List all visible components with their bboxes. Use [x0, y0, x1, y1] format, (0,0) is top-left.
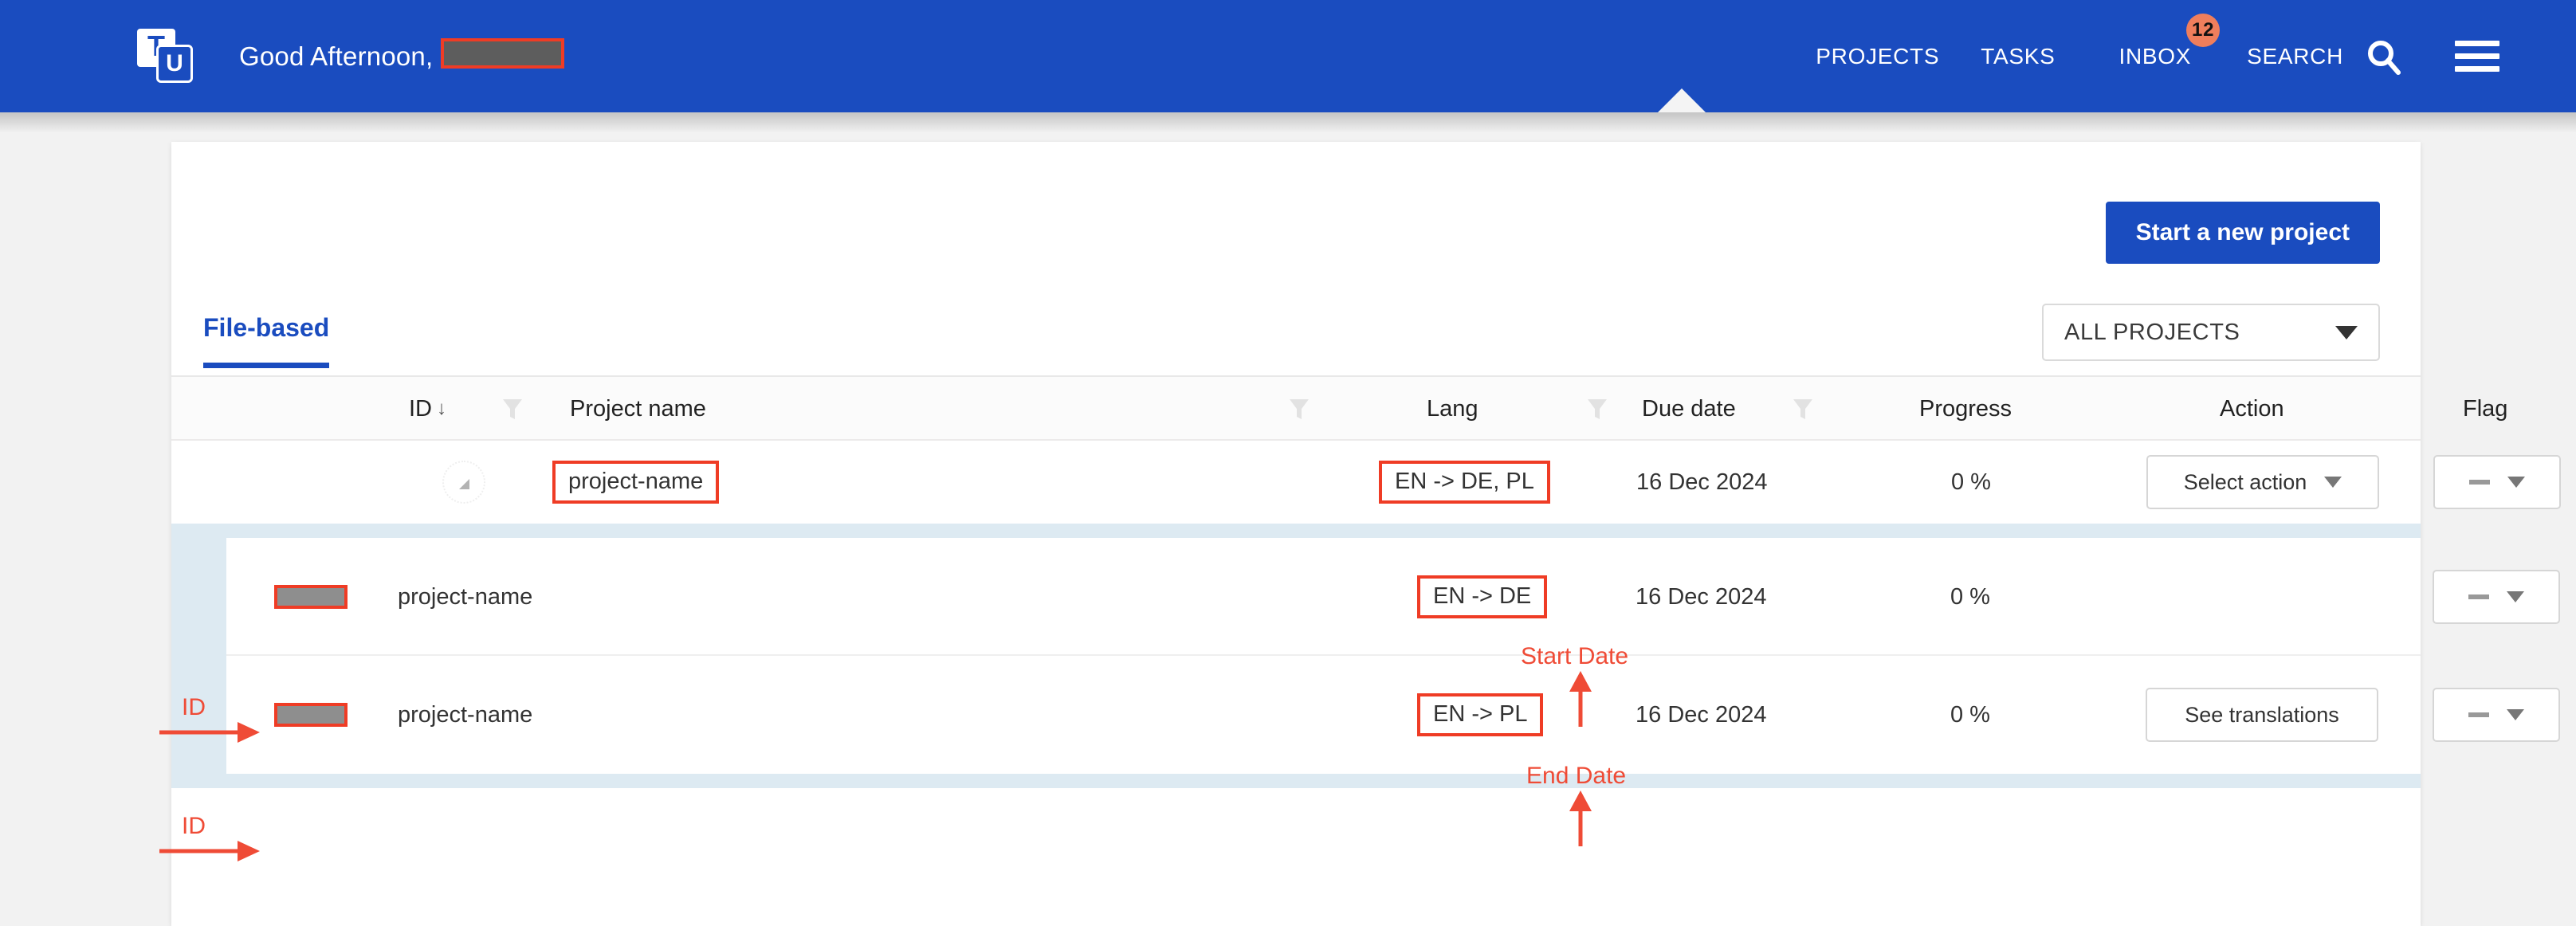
tab-bar: File-based ALL PROJECTS [171, 299, 2421, 377]
greeting-label: Good Afternoon, [239, 41, 434, 71]
column-header-progress[interactable]: Progress [1919, 377, 2012, 441]
annotation-arrow-id-1 [159, 722, 260, 743]
filter-funnel-icon-lang[interactable] [1587, 398, 1608, 422]
column-header-lang[interactable]: Lang [1427, 377, 1478, 441]
hamburger-bar-1 [2455, 41, 2499, 46]
sub1-lang-value: EN -> DE [1417, 575, 1548, 618]
chevron-down-icon [2507, 709, 2524, 720]
project-scope-filter-value: ALL PROJECTS [2064, 319, 2240, 345]
nav-item-search[interactable]: SEARCH [2247, 44, 2343, 69]
sub1-lang-cell: EN -> DE [1417, 538, 1548, 656]
sub2-redacted-id [274, 703, 348, 727]
expanded-subprojects-area: project-name EN -> DE 16 Dec 2024 0 % pr… [171, 524, 2560, 788]
sub1-id-cell [274, 538, 348, 656]
nav-item-tasks[interactable]: TASKS [1981, 44, 2055, 69]
chevron-down-icon [2324, 477, 2342, 488]
filter-funnel-icon-due-date[interactable] [1793, 398, 1813, 422]
flag-none-icon [2468, 712, 2489, 717]
hamburger-bar-3 [2455, 66, 2499, 72]
greeting-text: Good Afternoon, [239, 38, 565, 72]
hamburger-bar-2 [2455, 53, 2499, 59]
top-navigation-bar: T U Good Afternoon, PROJECTS TASKS INBOX… [0, 0, 2576, 112]
table-header-row: ID ↓ Project name Lang Due date Progress… [171, 377, 2507, 441]
flag-none-icon [2468, 594, 2489, 599]
collapse-triangle-icon [442, 461, 485, 504]
redacted-username [441, 38, 565, 69]
column-header-project-name[interactable]: Project name [570, 377, 706, 441]
sub1-due-date-cell: 16 Dec 2024 [1636, 583, 1767, 610]
annotation-id-label-1: ID [182, 694, 206, 720]
annotation-end-date: End Date [1526, 763, 1627, 789]
parent-flag-cell [2433, 441, 2561, 524]
subprojects-table: project-name EN -> DE 16 Dec 2024 0 % pr… [226, 538, 2560, 774]
sub2-progress-cell: 0 % [1950, 701, 1990, 728]
flag-dropdown[interactable] [2433, 688, 2560, 742]
nav-item-projects[interactable]: PROJECTS [1816, 44, 1939, 69]
nav-links-group: PROJECTS TASKS INBOX 12 SEARCH [1816, 0, 2576, 112]
sub1-flag-cell [2433, 538, 2560, 656]
table-row-sub-1[interactable]: project-name EN -> DE 16 Dec 2024 0 % [226, 538, 2560, 656]
search-icon[interactable] [2361, 33, 2407, 80]
logo-letter-u: U [156, 45, 193, 83]
select-action-dropdown[interactable]: Select action [2146, 455, 2379, 509]
chevron-down-icon [2335, 325, 2358, 339]
parent-lang-cell: EN -> DE, PL [1379, 441, 1550, 524]
sub1-progress-cell: 0 % [1950, 583, 1990, 610]
annotation-start-date: Start Date [1521, 643, 1629, 669]
row-expander-toggle[interactable] [442, 441, 485, 524]
active-tab-pointer [1658, 88, 1706, 112]
column-header-flag[interactable]: Flag [2463, 377, 2507, 441]
annotation-arrow-id-2 [159, 841, 260, 861]
filter-funnel-icon-id[interactable] [502, 398, 523, 422]
column-header-id-label: ID [409, 395, 432, 422]
flag-dropdown[interactable] [2433, 570, 2560, 624]
start-new-project-button[interactable]: Start a new project [2105, 202, 2380, 264]
flag-none-icon [2469, 480, 2490, 485]
app-logo[interactable]: T U [137, 29, 196, 84]
chevron-down-icon [2507, 477, 2525, 488]
nav-item-inbox[interactable]: INBOX 12 [2119, 13, 2221, 69]
see-translations-button[interactable]: See translations [2146, 688, 2378, 742]
sub2-action-cell: See translations [2146, 656, 2378, 774]
table-row-sub-2[interactable]: project-name EN -> PL 16 Dec 2024 0 % Se… [226, 656, 2560, 774]
select-action-label: Select action [2183, 469, 2307, 494]
parent-action-cell: Select action [2146, 441, 2379, 524]
project-scope-filter[interactable]: ALL PROJECTS [2042, 304, 2380, 361]
filter-funnel-icon-name[interactable] [1289, 398, 1310, 422]
annotation-arrow-start-date [1569, 671, 1592, 727]
sub2-lang-value: EN -> PL [1417, 693, 1544, 736]
parent-project-name-value: project-name [552, 461, 720, 504]
see-translations-label: See translations [2185, 702, 2339, 727]
chevron-down-icon [2507, 591, 2524, 602]
hamburger-menu-icon[interactable] [2455, 33, 2499, 79]
header-shadow [0, 112, 2576, 133]
annotation-id-label-2: ID [182, 813, 206, 839]
flag-dropdown[interactable] [2433, 455, 2561, 509]
tab-file-based[interactable]: File-based [203, 313, 330, 368]
parent-due-date-cell: 16 Dec 2024 [1636, 469, 1768, 495]
sub2-project-name-cell: project-name [398, 701, 533, 728]
parent-project-name-cell: project-name [552, 441, 720, 524]
sub1-redacted-id [274, 585, 348, 609]
inbox-unread-badge: 12 [2186, 13, 2221, 47]
column-header-due-date[interactable]: Due date [1642, 377, 1736, 441]
sub2-id-cell [274, 656, 348, 774]
annotation-arrow-end-date [1569, 791, 1592, 846]
column-header-action[interactable]: Action [2220, 377, 2284, 441]
projects-card: Start a new project File-based ALL PROJE… [171, 142, 2561, 926]
sub2-flag-cell [2433, 656, 2560, 774]
nav-item-inbox-label: INBOX [2119, 43, 2192, 69]
table-row-parent[interactable]: project-name EN -> DE, PL 16 Dec 2024 0 … [171, 441, 2561, 524]
parent-lang-value: EN -> DE, PL [1379, 461, 1550, 504]
card-toolbar: Start a new project [171, 142, 2421, 299]
sub2-lang-cell: EN -> PL [1417, 656, 1544, 774]
sort-descending-icon: ↓ [437, 398, 446, 419]
sub1-project-name-cell: project-name [398, 583, 533, 610]
parent-progress-cell: 0 % [1951, 469, 1991, 495]
column-header-id[interactable]: ID ↓ [409, 377, 446, 441]
sub2-due-date-cell: 16 Dec 2024 [1636, 701, 1767, 728]
